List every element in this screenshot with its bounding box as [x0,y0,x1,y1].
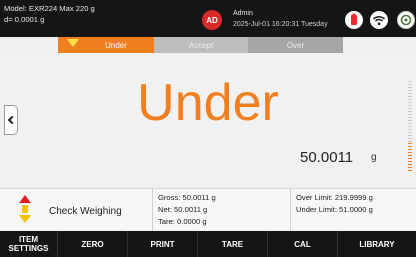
over-limit-value: Over Limit: 219.9999 g [296,193,373,202]
info-bar: Check Weighing Gross: 50.0011 g Net: 50.… [0,188,416,231]
limit-details: Over Limit: 219.9999 g Under Limit: 51.0… [296,192,373,216]
tab-accept[interactable]: Accept [154,37,248,53]
zero-button[interactable]: ZERO [58,231,128,257]
user-avatar[interactable]: AD [202,10,222,30]
item-settings-button[interactable]: ITEM SETTINGS [0,231,58,257]
tab-over[interactable]: Over [248,37,343,53]
resolution-line: d= 0.0001 g [4,15,45,24]
weight-value: 50.0011 [300,149,354,166]
status-bar: Model: EXR224 Max 220 g d= 0.0001 g AD A… [0,0,416,37]
net-value: Net: 50.0011 g [158,205,208,214]
timestamp: 2025-Jul-01 16:20:31 Tuesday [233,21,328,28]
mode-name[interactable]: Check Weighing [49,206,122,217]
gross-value: Gross: 50.0011 g [158,193,216,202]
level-bar-scale [408,81,412,143]
model-line: Model: EXR224 Max 220 g [4,4,95,13]
library-button[interactable]: LIBRARY [338,231,416,257]
down-arrow-icon [67,39,79,47]
calibration-icon[interactable] [397,11,415,29]
under-limit-value: Under Limit: 51.0000 g [296,205,373,214]
balance-info: Model: EXR224 Max 220 g d= 0.0001 g [4,3,95,25]
weighing-display: Under 50.0011 g [0,53,416,183]
tab-label: Over [286,40,305,50]
cal-button[interactable]: CAL [268,231,338,257]
weight-unit: g [371,152,377,163]
user-name: Admin [233,10,253,17]
tab-under[interactable]: Under [58,37,154,53]
check-status: Under [137,74,279,132]
function-buttons: ITEM SETTINGS ZERO PRINT TARE CAL LIBRAR… [0,231,416,257]
wifi-icon[interactable] [370,11,388,29]
tare-button[interactable]: TARE [198,231,268,257]
divider [152,189,153,231]
print-button[interactable]: PRINT [128,231,198,257]
tab-label: Under [105,40,127,50]
divider [290,189,291,231]
level-bar-fill [408,143,412,171]
user-info: Admin 2025-Jul-01 16:20:31 Tuesday [233,8,328,30]
tab-label: Accept [188,40,214,50]
check-weighing-icon [19,195,31,225]
weight-details: Gross: 50.0011 g Net: 50.0011 g Tare: 0.… [158,192,216,228]
tare-value: Tare: 0.0000 g [158,217,207,226]
usb-icon[interactable] [345,11,363,29]
